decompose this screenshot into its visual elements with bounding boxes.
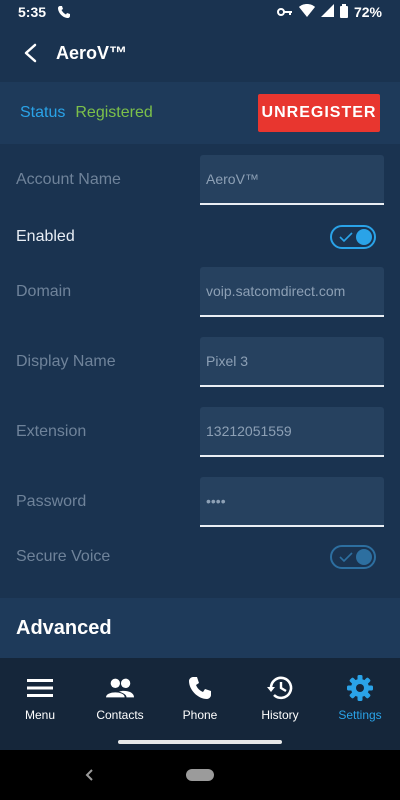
nav-item-phone[interactable]: Phone [160,658,240,750]
account-name-field[interactable]: AeroV™ [200,155,384,205]
menu-icon [26,674,54,702]
display-name-value: Pixel 3 [206,353,249,369]
check-icon [339,232,353,243]
account-name-label: Account Name [16,171,121,188]
home-indicator[interactable] [118,740,282,744]
arrow-back-icon[interactable] [18,41,42,65]
contacts-icon [106,674,134,702]
registration-status-row: Status Registered UNREGISTER [0,82,400,144]
app-bar: AeroV™ [0,24,400,82]
extension-label: Extension [16,423,87,440]
password-row: Password •••• [0,476,400,528]
nav-item-menu[interactable]: Menu [0,658,80,750]
unregister-button[interactable]: UNREGISTER [258,94,380,132]
toggle-knob [356,549,372,565]
password-value: •••• [206,493,226,509]
advanced-section-header[interactable]: Advanced [0,598,400,658]
settings-icon [346,674,374,702]
signal-icon [320,4,334,20]
vpn-key-icon [276,4,293,20]
system-nav-bar [0,750,400,800]
display-name-field[interactable]: Pixel 3 [200,337,384,387]
display-name-label: Display Name [16,353,116,370]
domain-row: Domain voip.satcomdirect.com [0,266,400,318]
nav-label-contacts: Contacts [96,708,144,722]
status-value: Registered [75,104,153,121]
nav-label-menu: Menu [24,708,56,722]
extension-value: 13212051559 [206,423,292,439]
extension-row: Extension 13212051559 [0,406,400,458]
nav-label-settings: Settings [338,708,382,722]
password-label: Password [16,493,87,510]
battery-icon [339,3,348,21]
nav-item-history[interactable]: History [240,658,320,750]
account-form: Account Name AeroV™ Enabled Domain voip.… [0,144,400,598]
battery-percent: 72% [353,4,382,20]
enabled-row: Enabled [0,222,400,252]
system-home-button[interactable] [186,769,214,781]
history-icon [266,674,294,702]
status-label: Status [20,104,66,121]
bottom-nav: Menu Contacts Phone History Settings [0,658,400,750]
enabled-label: Enabled [16,228,75,245]
nav-label-history: History [261,708,299,722]
domain-field[interactable]: voip.satcomdirect.com [200,267,384,317]
page-title: AeroV™ [56,42,128,63]
account-name-row: Account Name AeroV™ [0,154,400,206]
extension-field[interactable]: 13212051559 [200,407,384,457]
check-icon [339,552,353,563]
call-forwarding-icon [56,5,72,19]
toggle-knob [356,229,372,245]
wifi-icon [298,4,315,20]
display-name-row: Display Name Pixel 3 [0,336,400,388]
password-field[interactable]: •••• [200,477,384,527]
status-right: 72% [276,3,382,21]
nav-item-contacts[interactable]: Contacts [80,658,160,750]
advanced-label: Advanced [16,616,112,639]
secure-voice-label: Secure Voice [16,548,111,565]
status-time: 5:35 [18,4,47,20]
enabled-toggle[interactable] [330,225,376,249]
status-bar: 5:35 72% [0,0,400,24]
nav-label-phone: Phone [182,708,218,722]
secure-voice-toggle[interactable] [330,545,376,569]
system-back-icon[interactable] [82,766,96,784]
nav-item-settings[interactable]: Settings [320,658,400,750]
domain-label: Domain [16,283,72,300]
phone-icon [186,674,214,702]
domain-value: voip.satcomdirect.com [206,283,346,299]
secure-voice-row: Secure Voice [0,542,400,572]
account-name-value: AeroV™ [206,171,259,187]
